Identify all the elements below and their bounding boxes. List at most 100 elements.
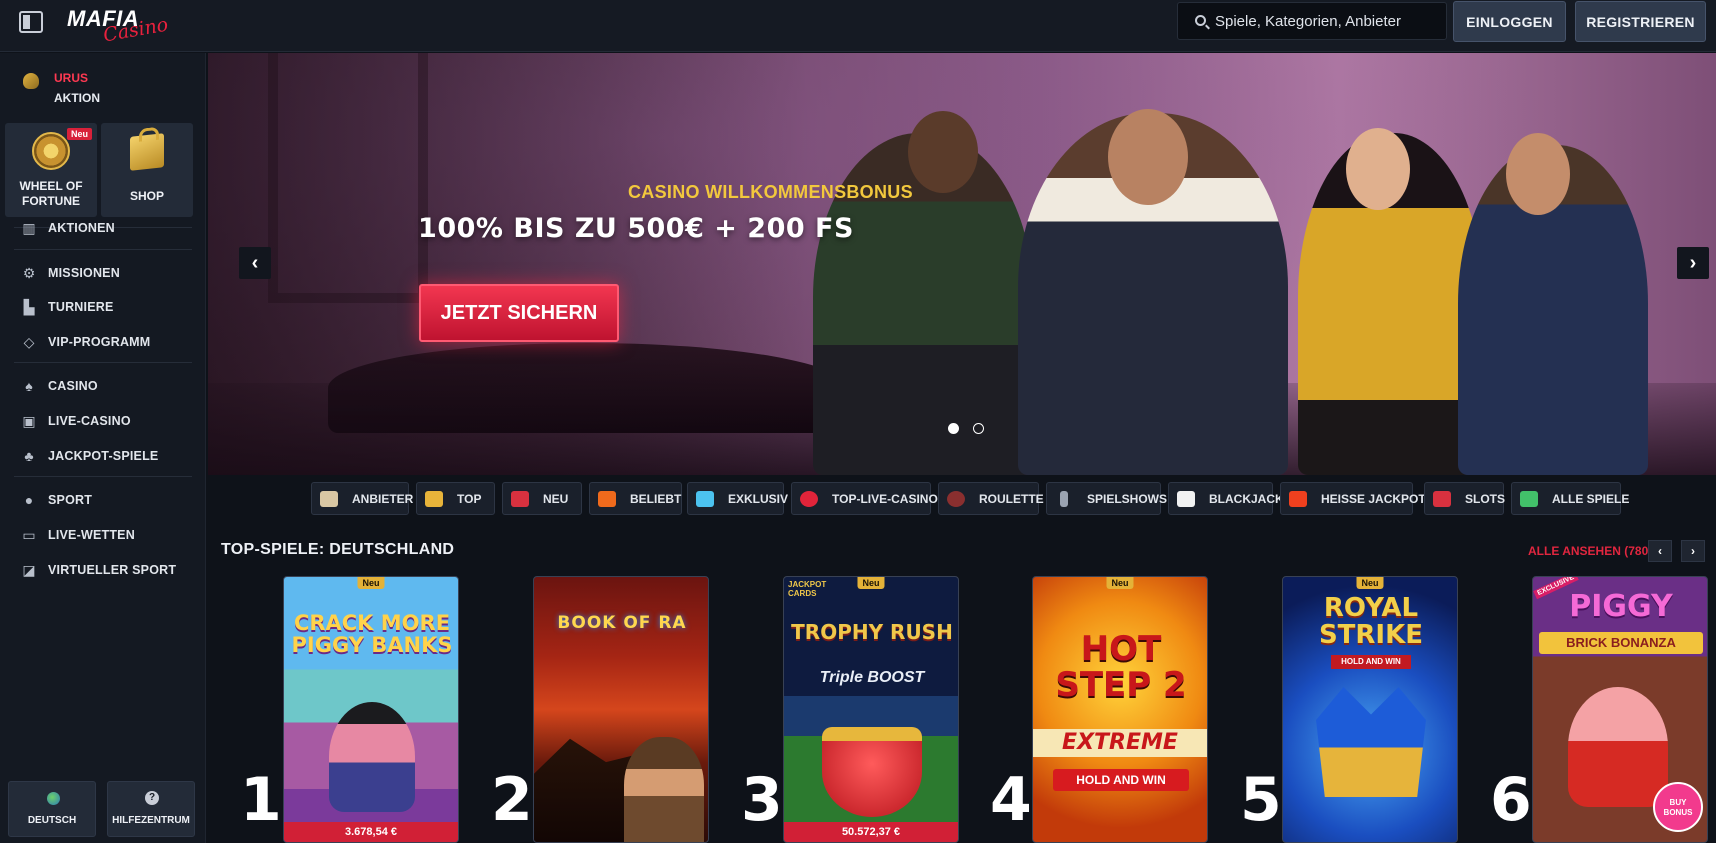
game-feature-label: HOLD AND WIN (1053, 769, 1189, 791)
claim-bonus-button[interactable]: JETZT SICHERN (419, 284, 619, 342)
tile-label-line2: FORTUNE (22, 194, 80, 208)
category-roulette[interactable]: ROULETTE (938, 482, 1044, 515)
hero-character-4-head (1506, 133, 1570, 215)
game-subtitle: BRICK BONANZA (1539, 632, 1703, 654)
tile-label-line1: WHEEL OF (19, 179, 83, 193)
game-character (1568, 687, 1668, 807)
live-icon: ▭ (22, 527, 36, 543)
hero-banner[interactable]: CASINO WILLKOMMENSBONUS 100% BIS ZU 500€… (208, 53, 1716, 475)
hero-character-3-head (1346, 128, 1410, 210)
game-subtitle: Triple BOOST (819, 669, 925, 686)
new-badge: Neu (1106, 577, 1134, 589)
sidebar-item-turniere[interactable]: ▙ TURNIERE (0, 292, 206, 322)
games-prev-arrow-icon[interactable]: ‹ (1648, 540, 1672, 562)
sidebar-item-label: LIVE-CASINO (48, 414, 131, 428)
sidebar-item-label: SPORT (48, 493, 93, 507)
category-top-live-casino[interactable]: TOP-LIVE-CASINO (791, 482, 938, 515)
sidebar-divider (14, 249, 192, 250)
cards-icon: ▣ (22, 413, 36, 429)
crown-icon (1316, 687, 1426, 797)
game-rank: 4 (990, 765, 1032, 835)
category-label: EXKLUSIV (728, 492, 789, 506)
sidebar-toggle-icon[interactable] (19, 11, 43, 33)
login-button[interactable]: EINLOGGEN (1453, 1, 1566, 42)
hero-kicker: CASINO WILLKOMMENSBONUS (628, 182, 913, 202)
category-label: ROULETTE (979, 492, 1044, 506)
game-card-crack-more-piggy-banks[interactable]: Neu CRACK MORE PIGGY BANKS 3.678,54 € (283, 576, 459, 843)
sidebar-item-urus-promo[interactable]: URUS AKTION (0, 53, 206, 111)
soccer-ball-icon: ● (24, 492, 34, 508)
game-card-piggy-brick-bonanza[interactable]: EXCLUSIVE PIGGY BRICK BONANZA BUY BONUS (1532, 576, 1708, 843)
game-subtitle: HOLD AND WIN (1331, 655, 1411, 669)
sidebar-item-label: AKTIONEN (48, 221, 115, 235)
wheel-of-fortune-tile[interactable]: Neu WHEEL OF FORTUNE (5, 123, 97, 217)
sidebar-item-sport[interactable]: ● SPORT (0, 485, 206, 515)
slide-dot[interactable] (973, 423, 984, 434)
slide-dot-active[interactable] (948, 423, 959, 434)
category-label: BELIEBT (630, 492, 682, 506)
category-label: HEISSE JACKPOTS (1321, 492, 1434, 506)
hero-next-arrow-icon[interactable]: › (1677, 247, 1709, 279)
category-blackjack[interactable]: BLACKJACK (1168, 482, 1284, 515)
sidebar-item-missionen[interactable]: ⚙ MISSIONEN (0, 258, 206, 288)
game-title: HOT STEP 2 (1055, 629, 1187, 705)
category-anbieter[interactable]: ANBIETER (311, 482, 413, 515)
game-character (329, 702, 415, 812)
podium-icon: ▙ (23, 299, 35, 315)
sidebar-item-live-casino[interactable]: ▣ LIVE-CASINO (0, 406, 206, 436)
game-card-book-of-ra[interactable]: BOOK OF RA (533, 576, 709, 843)
hero-character-2-head (1108, 109, 1188, 205)
hero-shade (208, 53, 808, 475)
game-card-hot-step-2[interactable]: Neu HOT STEP 2 EXTREME HOLD AND WIN (1032, 576, 1208, 843)
category-alle-spiele[interactable]: ALLE SPIELE (1511, 482, 1629, 515)
game-title: ROYAL STRIKE (1318, 593, 1424, 651)
bull-icon (23, 73, 39, 89)
sidebar-item-casino[interactable]: ♠ CASINO (0, 371, 206, 401)
shop-tile[interactable]: SHOP (101, 123, 193, 217)
category-neu[interactable]: NEU (502, 482, 582, 515)
controller-icon: ◪ (22, 562, 36, 578)
category-slots[interactable]: SLOTS (1424, 482, 1506, 515)
hero-character-1-head (908, 111, 978, 193)
game-card-trophy-rush[interactable]: JACKPOT CARDS Neu TROPHY RUSH Triple BOO… (783, 576, 959, 843)
game-rank: 2 (491, 765, 533, 835)
trophy-icon (822, 727, 922, 817)
buy-bonus-badge: BUY BONUS (1653, 782, 1703, 832)
game-card-royal-strike[interactable]: Neu ROYAL STRIKE HOLD AND WIN (1282, 576, 1458, 843)
game-jackpot-amount: 3.678,54 € (284, 822, 458, 842)
globe-icon (47, 792, 60, 805)
microphone-icon (1060, 491, 1068, 507)
register-button[interactable]: REGISTRIEREN (1575, 1, 1706, 42)
category-beliebt[interactable]: BELIEBT (589, 482, 682, 515)
search-input[interactable]: Spiele, Kategorien, Anbieter (1177, 2, 1447, 40)
sidebar-item-label: JACKPOT-SPIELE (48, 449, 159, 463)
games-next-arrow-icon[interactable]: › (1681, 540, 1705, 562)
new-badge: Neu (1356, 577, 1384, 589)
tile-label: SHOP (129, 189, 164, 203)
language-button[interactable]: DEUTSCH (8, 781, 96, 837)
help-center-button[interactable]: ? HILFEZENTRUM (107, 781, 195, 837)
category-exklusiv[interactable]: EXKLUSIV (687, 482, 788, 515)
category-label: SLOTS (1465, 492, 1506, 506)
language-label: DEUTSCH (27, 815, 77, 826)
sidebar-item-live-wetten[interactable]: ▭ LIVE-WETTEN (0, 520, 206, 550)
category-spielshows[interactable]: SPIELSHOWS (1046, 482, 1167, 515)
new-badge: Neu (357, 577, 385, 589)
category-label: TOP (457, 492, 482, 506)
roulette-icon (947, 491, 965, 507)
sidebar-item-virtueller-sport[interactable]: ◪ VIRTUELLER SPORT (0, 555, 206, 585)
flame-icon (598, 491, 616, 507)
game-tag: JACKPOT CARDS (788, 580, 827, 598)
category-heisse-jackpots[interactable]: HEISSE JACKPOTS (1280, 482, 1434, 515)
category-label: TOP-LIVE-CASINO (832, 492, 938, 506)
category-top[interactable]: TOP (416, 482, 495, 515)
hero-prev-arrow-icon[interactable]: ‹ (239, 247, 271, 279)
help-label: HILFEZENTRUM (112, 815, 190, 826)
game-rank: 5 (1240, 765, 1282, 835)
sidebar-item-vip-programm[interactable]: ◇ VIP-PROGRAMM (0, 327, 206, 357)
sidebar-item-jackpot-spiele[interactable]: ♣ JACKPOT-SPIELE (0, 441, 206, 471)
game-title: CRACK MORE PIGGY BANKS (291, 611, 453, 658)
sidebar-item-aktionen[interactable]: ▥ AKTIONEN (0, 213, 206, 243)
see-all-link[interactable]: ALLE ANSEHEN (780) (1528, 544, 1652, 558)
logo[interactable]: MAFIA Casino (67, 4, 177, 47)
